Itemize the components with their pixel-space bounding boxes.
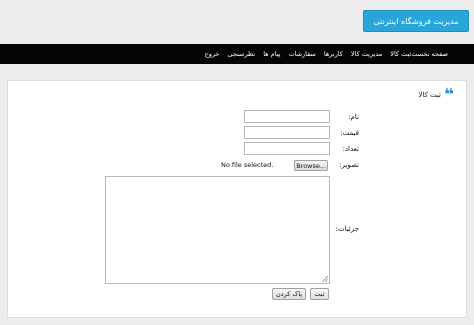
resize-grip-icon[interactable]	[322, 276, 328, 282]
details-textarea[interactable]	[105, 176, 330, 284]
submit-button[interactable]: ثبت	[310, 288, 329, 300]
browse-button[interactable]: Browse...	[294, 159, 328, 171]
nav-item-logout[interactable]: خروج	[205, 50, 220, 58]
site-title-button[interactable]: مدیریت فروشگاه اینترنتی	[363, 10, 469, 32]
nav-item-users[interactable]: کاربرها	[324, 50, 343, 58]
panel-header: ❝ ثبت کالا	[418, 85, 454, 105]
nav-item-manage-products[interactable]: مدیریت کالا	[351, 50, 382, 58]
price-label: قیمت:	[340, 129, 359, 137]
image-label: تصویر:	[339, 161, 359, 169]
nav-item-orders[interactable]: سفارشات	[288, 50, 315, 58]
reset-button[interactable]: پاک کردن	[272, 288, 306, 300]
image-file-picker[interactable]: No file selected. Browse...	[218, 159, 328, 171]
count-label: تعداد:	[342, 145, 359, 153]
nav-menu: صفحه نخست ثبت کالا مدیریت کالا کاربرها س…	[197, 44, 449, 64]
file-status-text: No file selected.	[221, 161, 274, 169]
price-input[interactable]	[244, 126, 330, 139]
name-label: نام:	[348, 113, 359, 121]
count-input[interactable]	[244, 142, 330, 155]
quote-icon: ❝	[444, 85, 454, 105]
details-label: جزئیات:	[335, 225, 359, 233]
panel-title: ثبت کالا	[418, 91, 442, 99]
name-input[interactable]	[244, 110, 330, 123]
nav-item-messages[interactable]: پیام ها	[263, 50, 280, 58]
nav-item-add-product[interactable]: ثبت کالا	[390, 50, 411, 58]
nav-item-polls[interactable]: نظرسنجی	[227, 50, 255, 58]
main-navbar: صفحه نخست ثبت کالا مدیریت کالا کاربرها س…	[0, 44, 474, 64]
nav-item-home[interactable]: صفحه نخست	[411, 50, 448, 58]
